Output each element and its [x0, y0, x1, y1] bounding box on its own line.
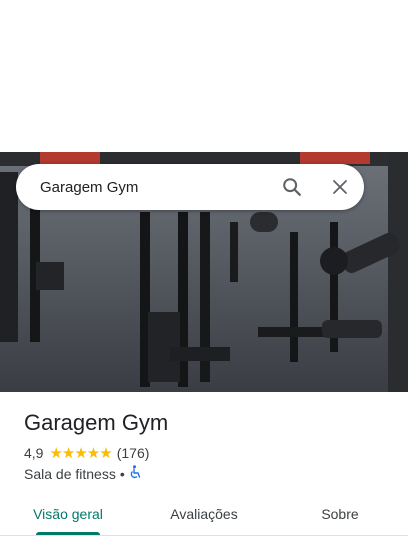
map-blank-area: [0, 0, 408, 152]
tab-divider: [0, 535, 408, 536]
review-count[interactable]: (176): [117, 445, 150, 461]
separator-dot: •: [119, 465, 125, 482]
star-rating: ★★★★★: [49, 445, 112, 462]
tab-overview[interactable]: Visão geral: [0, 496, 136, 544]
place-name: Garagem Gym: [24, 410, 169, 435]
tab-label: Avaliações: [170, 506, 238, 522]
place-tabs: Visão geral Avaliações Sobre: [0, 496, 408, 544]
tab-about[interactable]: Sobre: [272, 496, 408, 544]
close-icon[interactable]: [316, 164, 364, 210]
search-bar[interactable]: Garagem Gym: [16, 164, 364, 210]
search-icon[interactable]: [268, 164, 316, 210]
place-category: Sala de fitness: [24, 465, 116, 482]
category-row: Sala de fitness •: [24, 465, 141, 482]
tab-label: Sobre: [321, 506, 359, 522]
rating-row[interactable]: 4,9 ★★★★★ (176): [24, 444, 149, 462]
rating-value: 4,9: [24, 445, 44, 461]
tab-label: Visão geral: [33, 506, 103, 522]
tab-reviews[interactable]: Avaliações: [136, 496, 272, 544]
search-query-text[interactable]: Garagem Gym: [40, 179, 268, 196]
wheelchair-accessible-icon: [129, 465, 141, 482]
